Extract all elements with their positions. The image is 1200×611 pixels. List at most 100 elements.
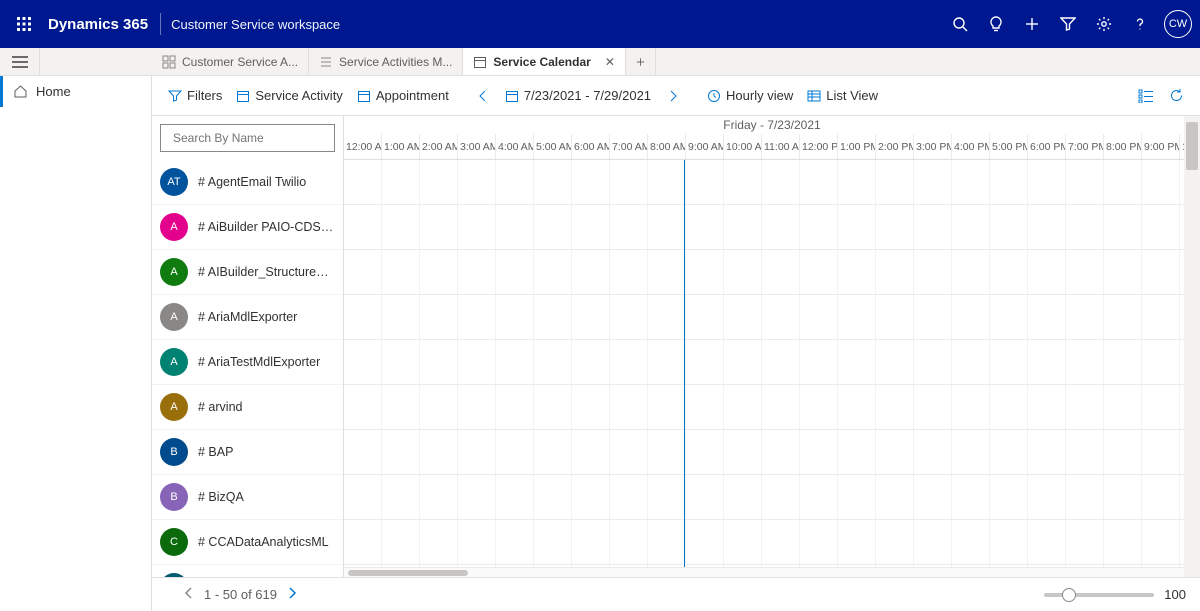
pager-next-icon[interactable] <box>287 587 297 602</box>
date-next-button[interactable] <box>659 82 687 110</box>
workspace-name: Customer Service workspace <box>171 17 340 32</box>
hour-label: 11:00 AM <box>762 134 800 159</box>
resource-name: # AriaTestMdlExporter <box>198 355 320 369</box>
slider-knob[interactable] <box>1062 588 1076 602</box>
hourly-view-button[interactable]: Hourly view <box>701 84 799 107</box>
resource-row[interactable]: A# AriaMdlExporter <box>152 295 343 340</box>
tab-label: Customer Service A... <box>182 55 298 69</box>
new-tab-button[interactable] <box>626 48 656 75</box>
resource-row[interactable]: AT # AgentEmail Twilio <box>152 160 343 205</box>
grid-icon <box>807 89 821 103</box>
resource-row[interactable]: C # CCADataAnalyticsML <box>152 520 343 565</box>
zoom-slider[interactable] <box>1044 593 1154 597</box>
hour-label: 2:00 AM <box>420 134 458 159</box>
resource-name: # CCADataAnalyticsML <box>198 535 329 549</box>
resource-avatar: B <box>160 483 188 511</box>
resource-avatar: A <box>160 213 188 241</box>
scrollbar-thumb[interactable] <box>348 570 468 576</box>
date-prev-button[interactable] <box>469 82 497 110</box>
scrollbar-thumb[interactable] <box>1186 122 1198 170</box>
list-icon <box>319 55 333 69</box>
help-icon[interactable] <box>1122 0 1158 48</box>
calendar-row[interactable] <box>344 340 1200 385</box>
brand-name: Dynamics 365 <box>48 16 160 33</box>
divider <box>160 13 161 35</box>
date-range-label: 7/23/2021 - 7/29/2021 <box>524 88 651 103</box>
pager-prev-icon[interactable] <box>184 587 194 602</box>
vertical-scrollbar[interactable] <box>1184 116 1200 577</box>
appointment-button[interactable]: Appointment <box>351 84 455 107</box>
calendar-row[interactable] <box>344 160 1200 205</box>
refresh-icon[interactable] <box>1162 82 1190 110</box>
filters-label: Filters <box>187 88 222 103</box>
app-launcher-icon[interactable] <box>0 0 48 48</box>
list-view-label: List View <box>826 88 878 103</box>
resource-name: # arvind <box>198 400 242 414</box>
user-avatar[interactable]: CW <box>1164 10 1192 38</box>
close-icon[interactable]: ✕ <box>605 55 615 69</box>
list-view-button[interactable]: List View <box>801 84 884 107</box>
module-icon <box>162 55 176 69</box>
resource-row[interactable]: B# BizQA <box>152 475 343 520</box>
resource-search[interactable] <box>160 124 335 152</box>
resource-name: # AiBuilder PAIO-CDS Tip NonProd <box>198 220 335 234</box>
home-icon <box>13 84 28 99</box>
hours-header: 12:00 AM1:00 AM2:00 AM3:00 AM4:00 AM5:00… <box>344 134 1200 160</box>
hour-label: 3:00 AM <box>458 134 496 159</box>
tab-customer-service[interactable]: Customer Service A... <box>152 48 309 75</box>
resource-row[interactable]: A# AIBuilder_StructuredML_PreProd <box>152 250 343 295</box>
nav-home-label: Home <box>36 84 71 99</box>
calendar-day-header: Friday - 7/23/2021 <box>344 116 1200 134</box>
resource-row[interactable]: B# BAP <box>152 430 343 475</box>
nav-home[interactable]: Home <box>0 76 151 107</box>
date-range-picker[interactable]: 7/23/2021 - 7/29/2021 <box>499 84 657 107</box>
hour-label: 7:00 AM <box>610 134 648 159</box>
tab-label: Service Calendar <box>493 55 590 69</box>
filter-icon[interactable] <box>1050 0 1086 48</box>
filters-button[interactable]: Filters <box>162 84 228 107</box>
hour-label: 8:00 PM <box>1104 134 1142 159</box>
resource-avatar: A <box>160 303 188 331</box>
hour-label: 12:00 PM <box>800 134 838 159</box>
hour-label: 1:00 PM <box>838 134 876 159</box>
lightbulb-icon[interactable] <box>978 0 1014 48</box>
resource-avatar: A <box>160 348 188 376</box>
calendar-row[interactable] <box>344 205 1200 250</box>
hour-label: 10:00 AM <box>724 134 762 159</box>
service-activity-button[interactable]: Service Activity <box>230 84 348 107</box>
tab-service-calendar[interactable]: Service Calendar ✕ <box>463 48 625 75</box>
calendar-row[interactable] <box>344 250 1200 295</box>
hour-label: 3:00 PM <box>914 134 952 159</box>
calendar-icon <box>357 89 371 103</box>
search-icon[interactable] <box>942 0 978 48</box>
hour-label: 1:00 AM <box>382 134 420 159</box>
resource-avatar: C <box>160 528 188 556</box>
add-icon[interactable] <box>1014 0 1050 48</box>
funnel-icon <box>168 89 182 103</box>
settings-gear-icon[interactable] <box>1086 0 1122 48</box>
tab-service-activities[interactable]: Service Activities M... <box>309 48 463 75</box>
hour-label: 7:00 PM <box>1066 134 1104 159</box>
resource-avatar: AT <box>160 168 188 196</box>
hourly-view-label: Hourly view <box>726 88 793 103</box>
calendar-icon <box>236 89 250 103</box>
site-map-toggle-icon[interactable] <box>0 48 40 75</box>
calendar-row[interactable] <box>344 295 1200 340</box>
resource-name: # AgentEmail Twilio <box>198 175 306 189</box>
calendar-row[interactable] <box>344 430 1200 475</box>
resource-row[interactable]: A # AiBuilder PAIO-CDS Tip NonProd <box>152 205 343 250</box>
calendar-row[interactable] <box>344 385 1200 430</box>
calendar-row[interactable] <box>344 520 1200 565</box>
hour-label: 4:00 PM <box>952 134 990 159</box>
resource-search-input[interactable] <box>173 131 328 145</box>
horizontal-scrollbar[interactable] <box>344 567 1200 577</box>
resource-row[interactable]: A # AriaTestMdlExporter <box>152 340 343 385</box>
hour-label: 6:00 AM <box>572 134 610 159</box>
resource-avatar: A <box>160 258 188 286</box>
calendar-row[interactable] <box>344 475 1200 520</box>
calendar-icon <box>473 55 487 69</box>
resource-row[interactable]: CB# CCI Bots <box>152 565 343 577</box>
legend-icon[interactable] <box>1132 82 1160 110</box>
resource-row[interactable]: A# arvind <box>152 385 343 430</box>
appointment-label: Appointment <box>376 88 449 103</box>
